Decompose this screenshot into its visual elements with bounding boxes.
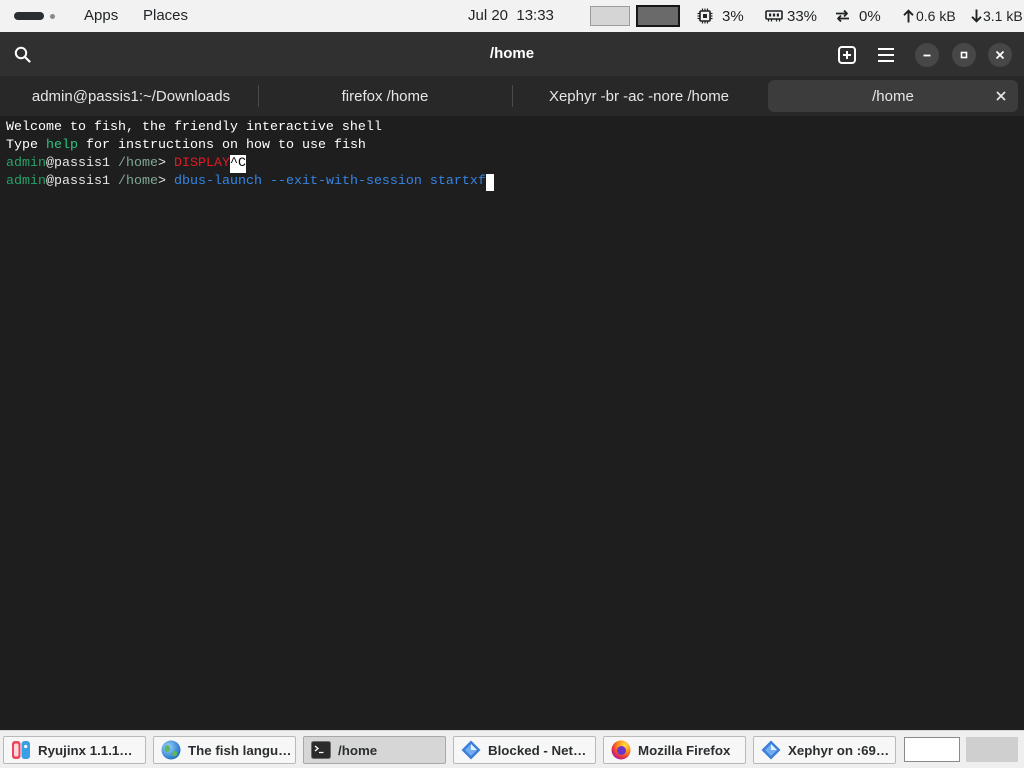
tab-label: Xephyr -br -ac -nore /home	[548, 87, 730, 105]
prompt-host: @passis1	[46, 174, 118, 189]
terminal-line: Type help for instructions on how to use…	[6, 137, 1024, 155]
taskbar-item-label: Mozilla Firefox	[638, 742, 731, 758]
download-rate-value: 3.1 kB	[983, 8, 1023, 24]
workspace-thumbnail-2[interactable]	[636, 5, 680, 27]
terminal-tab[interactable]: firefox /home	[260, 80, 510, 112]
taskbar: Ryujinx 1.1.1… The fish langu… /home Blo…	[0, 730, 1024, 768]
terminal-keyword-text: help	[46, 138, 78, 153]
taskbar-item-firefox[interactable]: Mozilla Firefox	[603, 736, 746, 764]
terminal-line: Welcome to fish, the friendly interactiv…	[6, 119, 1024, 137]
workspace-switcher-1[interactable]	[904, 737, 960, 762]
taskbar-item-blocked-network[interactable]: Blocked - Net…	[453, 736, 596, 764]
terminal-cursor	[485, 173, 494, 191]
command-input[interactable]: dbus-launch --exit-with-session startxf	[174, 173, 486, 191]
close-icon	[996, 91, 1006, 101]
terminal-output-text: for instructions on how to use fish	[78, 138, 366, 153]
upload-indicator[interactable]: 0.6 kB	[903, 0, 956, 32]
window-headerbar[interactable]: /home	[0, 32, 1024, 76]
memory-usage-value: 33%	[787, 7, 818, 25]
new-tab-button[interactable]	[831, 39, 863, 71]
search-icon	[14, 46, 31, 63]
terminal-line: admin @passis1 /home > dbus-launch --exi…	[6, 173, 1024, 191]
close-icon	[995, 50, 1005, 60]
apps-menu[interactable]: Apps	[84, 0, 118, 32]
activities-icon	[14, 12, 44, 20]
terminal-output-text: Type	[6, 138, 46, 153]
tab-bar: admin@passis1:~/Downloads firefox /home …	[0, 76, 1024, 116]
tab-label: /home	[872, 87, 914, 105]
cpu-usage-value: 3%	[722, 7, 744, 25]
maximize-button[interactable]	[952, 43, 976, 67]
workspace-switcher-2[interactable]	[966, 737, 1018, 762]
prompt-cwd: /home	[117, 156, 158, 171]
workspace-thumbnail-1[interactable]	[590, 6, 630, 26]
upload-arrow-icon	[903, 9, 914, 23]
taskbar-item-label: Xephyr on :69…	[788, 742, 890, 758]
blue-diamond-icon	[461, 740, 481, 760]
maximize-icon	[959, 50, 969, 60]
tab-label: firefox /home	[341, 87, 429, 105]
prompt-symbol: >	[157, 174, 174, 189]
menu-icon	[878, 48, 894, 62]
window-title: /home	[489, 45, 535, 62]
terminal-view[interactable]: Welcome to fish, the friendly interactiv…	[0, 116, 1024, 730]
terminal-tab[interactable]: Xephyr -br -ac -nore /home	[514, 80, 764, 112]
upload-rate-value: 0.6 kB	[916, 8, 956, 24]
swap-indicator[interactable]: 0%	[834, 0, 881, 32]
memory-indicator[interactable]: 33%	[765, 0, 817, 32]
prompt-host: @passis1	[46, 156, 118, 171]
activities-button[interactable]	[0, 0, 66, 32]
swap-icon	[834, 8, 851, 24]
ryujinx-icon	[11, 740, 31, 760]
terminal-icon	[311, 740, 331, 760]
terminal-tab[interactable]: admin@passis1:~/Downloads	[6, 80, 256, 112]
minimize-icon	[922, 50, 932, 60]
taskbar-item-terminal[interactable]: /home	[303, 736, 446, 764]
close-button[interactable]	[988, 43, 1012, 67]
terminal-line: admin @passis1 /home > DISPLAY ^C	[6, 155, 1024, 173]
prompt-symbol: >	[157, 156, 174, 171]
minimize-button[interactable]	[915, 43, 939, 67]
taskbar-item-label: The fish langu…	[188, 742, 292, 758]
search-button[interactable]	[6, 38, 38, 70]
prompt-user: admin	[6, 174, 46, 189]
cpu-icon	[697, 8, 713, 24]
memory-icon	[765, 8, 783, 24]
top-bar: Apps Places Jul 20 13:33 3% 33% 0% 0.6 k…	[0, 0, 1024, 32]
blue-diamond-icon	[761, 740, 781, 760]
tab-label: admin@passis1:~/Downloads	[31, 87, 231, 105]
taskbar-item-label: Blocked - Net…	[488, 742, 587, 758]
taskbar-item-label: /home	[338, 742, 378, 758]
workspace-dot-icon	[50, 14, 55, 19]
taskbar-item-label: Ryujinx 1.1.1…	[38, 742, 133, 758]
main-menu-button[interactable]	[870, 39, 902, 71]
prompt-user: admin	[6, 156, 46, 171]
interrupt-marker: ^C	[229, 155, 246, 173]
terminal-tab-active[interactable]: /home	[768, 80, 1018, 112]
globe-icon	[161, 740, 181, 760]
download-indicator[interactable]: 3.1 kB	[971, 0, 1023, 32]
tab-close-button[interactable]	[994, 89, 1008, 103]
terminal-output-text: Welcome to fish, the friendly interactiv…	[6, 120, 382, 135]
prompt-cwd: /home	[117, 174, 158, 189]
places-menu[interactable]: Places	[143, 0, 188, 32]
cpu-indicator[interactable]: 3%	[697, 0, 744, 32]
swap-usage-value: 0%	[859, 7, 881, 25]
taskbar-item-browser-page[interactable]: The fish langu…	[153, 736, 296, 764]
taskbar-item-ryujinx[interactable]: Ryujinx 1.1.1…	[3, 736, 146, 764]
firefox-icon	[611, 740, 631, 760]
command-text: DISPLAY	[173, 156, 230, 171]
clock[interactable]: Jul 20 13:33	[468, 0, 554, 32]
new-tab-icon	[838, 46, 856, 64]
download-arrow-icon	[971, 9, 982, 23]
taskbar-item-xephyr[interactable]: Xephyr on :69…	[753, 736, 896, 764]
